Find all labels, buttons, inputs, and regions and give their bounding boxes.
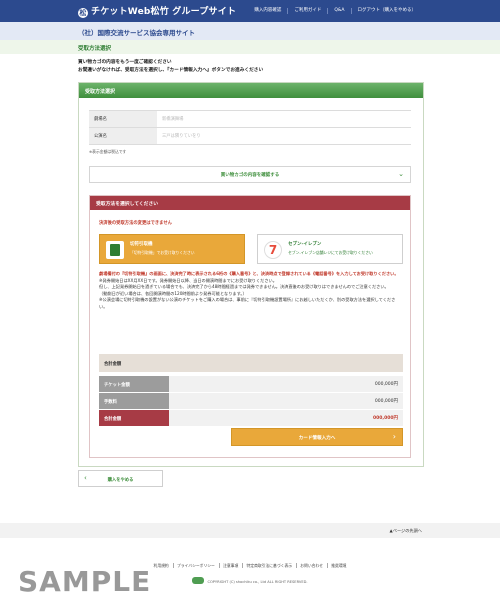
org-title: （社）国際交流サービス協会専用サイト [78,29,195,37]
intro-text: 買い物カゴの内容をもう一度ご確認ください お間違いがなければ、受取方法を選択し、… [78,60,264,73]
footer-link-contact[interactable]: お問い合わせ [296,563,327,568]
table-row: 公演名 三戸は隣りていをり [89,127,411,145]
top-nav: 購入内容確認 ご利用ガイド Q&A ログアウト（購入をやめる） [248,8,422,14]
nav-guide[interactable]: ご利用ガイド [287,8,327,14]
receive-section-title: 受取方法を選択してください [90,196,410,210]
receive-method-section: 受取方法を選択してください 決済後の受取方法の変更はできません 切符引取機 「切… [89,195,411,458]
card-input-button[interactable]: カード情報入力へ › [231,428,403,446]
option-seven-eleven-desc: セブン-イレブン店舗レジにてお受け取りください [288,250,373,255]
footer-link-notes[interactable]: 注意事項 [219,563,242,568]
footer-link-environment[interactable]: 推奨環境 [327,563,350,568]
tax-note: ※表示金額は税込です [89,149,127,154]
performance-info-table: 劇場名 新橋演舞場 公演名 三戸は隣りていをり [89,110,411,145]
receive-warning: 決済後の受取方法の変更はできません [99,221,172,226]
site-logo[interactable]: 松チケットWeb松竹 グループサイト [78,4,236,18]
ticket-machine-icon [106,241,124,259]
fee-row: 手数料 000,000円 [99,393,403,409]
performance-label: 公演名 [89,127,157,145]
org-bar: （社）国際交流サービス協会専用サイト [0,22,500,40]
cancel-purchase-label: 購入をやめる [107,478,134,483]
view-cart-label: 買い物カゴの内容を確認する [220,173,280,178]
panel-title: 受取方法選択 [79,83,423,98]
receive-description: 劇場備付の『切符引取機』の画面に、決済完了時に表示される6桁の《購入番号》と、決… [99,271,399,309]
theater-label: 劇場名 [89,110,157,128]
page-header: 受取方法選択 [0,40,500,54]
footer-link-commerce-law[interactable]: 特定商取引法に基づく表示 [242,563,296,568]
theater-value: 新橋演舞場 [157,110,411,128]
option-ticket-machine-desc: 「切符引取機」でお受け取りください [130,250,195,255]
total-amount-row: 合計金額 000,000円 [99,410,403,426]
table-row: 劇場名 新橋演舞場 [89,110,411,128]
page-title: 受取方法選択 [78,46,112,52]
performance-value: 三戸は隣りていをり [157,127,411,145]
ticket-amount-row: チケット金額 000,000円 [99,376,403,392]
page-top-bar: ▲ページの先頭へ [0,523,500,538]
view-cart-button[interactable]: 買い物カゴの内容を確認する ⌄ [89,166,411,183]
chevron-right-icon: › [392,432,396,441]
card-input-label: カード情報入力へ [298,436,336,441]
nav-purchase-confirm[interactable]: 購入内容確認 [248,8,287,14]
chevron-down-icon: ⌄ [398,170,404,178]
option-ticket-machine-name: 切符引取機 [130,242,153,247]
shochiku-logo-icon: 松 [78,8,88,18]
footer-link-privacy[interactable]: プライバシーポリシー [172,563,218,568]
option-seven-eleven-name: セブン-イレブン [288,242,322,247]
option-seven-eleven[interactable]: 7 セブン-イレブン セブン-イレブン店舗レジにてお受け取りください [257,234,403,264]
nav-logout[interactable]: ログアウト（購入をやめる） [350,8,423,14]
page-top-link[interactable]: ▲ページの先頭へ [390,528,422,534]
total-header: 合計金額 [99,354,403,372]
footer-link-terms[interactable]: 利用規約 [151,563,172,568]
sample-watermark: SAMPLE [18,565,152,598]
footer-logo-icon [192,577,205,584]
cancel-purchase-button[interactable]: ‹ 購入をやめる [78,470,163,487]
seven-eleven-icon: 7 [264,241,282,259]
option-ticket-machine[interactable]: 切符引取機 「切符引取機」でお受け取りください [99,234,245,264]
top-header: 松チケットWeb松竹 グループサイト 購入内容確認 ご利用ガイド Q&A ログア… [0,0,500,22]
nav-qa[interactable]: Q&A [327,8,350,14]
